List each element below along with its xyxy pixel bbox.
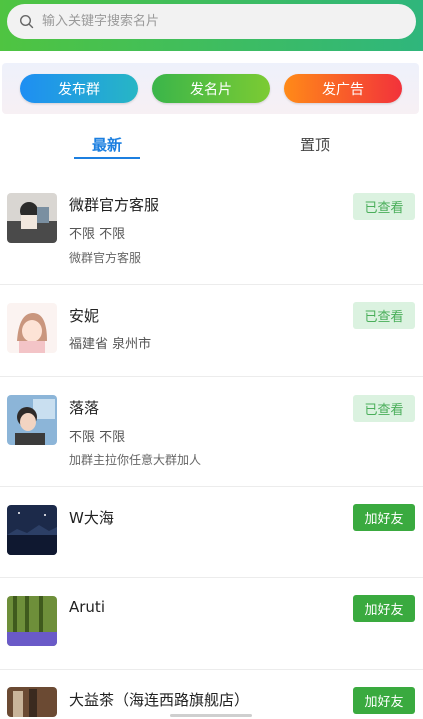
item-name: W大海 — [69, 509, 114, 527]
viewed-badge[interactable]: 已查看 — [353, 302, 415, 329]
add-friend-button[interactable]: 加好友 — [353, 504, 415, 531]
top-bar — [0, 0, 423, 51]
avatar — [7, 303, 57, 353]
item-description: 微群官方客服 — [69, 251, 142, 265]
search-bar[interactable] — [7, 4, 416, 39]
item-description: 加群主拉你任意大群加人 — [69, 453, 202, 467]
add-friend-button[interactable]: 加好友 — [353, 595, 415, 622]
action-band: 发布群 发名片 发广告 — [2, 63, 419, 114]
tab-pinned[interactable]: 置顶 — [281, 126, 349, 162]
search-input[interactable] — [40, 13, 416, 30]
list-item[interactable]: 安妮 福建省 泉州市 已查看 — [0, 285, 423, 377]
avatar — [7, 395, 57, 445]
item-location: 不限 不限 — [69, 430, 126, 445]
avatar — [7, 193, 57, 243]
list-item[interactable]: 落落 不限 不限 加群主拉你任意大群加人 已查看 — [0, 377, 423, 487]
list-item[interactable]: 大益茶（海连西路旗舰店） 加好友 — [0, 670, 423, 719]
publish-group-button[interactable]: 发布群 — [20, 74, 138, 103]
viewed-badge[interactable]: 已查看 — [353, 193, 415, 220]
add-friend-button[interactable]: 加好友 — [353, 687, 415, 714]
avatar — [7, 687, 57, 717]
avatar — [7, 505, 57, 555]
list-item[interactable]: Aruti 加好友 — [0, 578, 423, 670]
list-item[interactable]: 微群官方客服 不限 不限 微群官方客服 已查看 — [0, 170, 423, 285]
active-tab-indicator — [74, 157, 140, 159]
item-location: 福建省 泉州市 — [69, 337, 152, 352]
viewed-badge[interactable]: 已查看 — [353, 395, 415, 422]
list-item[interactable]: W大海 加好友 — [0, 487, 423, 578]
item-name: 落落 — [69, 399, 100, 417]
home-indicator — [170, 714, 252, 717]
item-name: 大益茶（海连西路旗舰店） — [69, 691, 250, 709]
item-location: 不限 不限 — [69, 227, 126, 242]
item-name: 安妮 — [69, 307, 100, 325]
item-name: 微群官方客服 — [69, 196, 160, 214]
tab-bar: 最新 置顶 — [0, 126, 423, 166]
publish-ad-button[interactable]: 发广告 — [284, 74, 402, 103]
item-name: Aruti — [69, 598, 105, 616]
publish-card-button[interactable]: 发名片 — [152, 74, 270, 103]
avatar — [7, 596, 57, 646]
search-icon — [19, 14, 34, 29]
